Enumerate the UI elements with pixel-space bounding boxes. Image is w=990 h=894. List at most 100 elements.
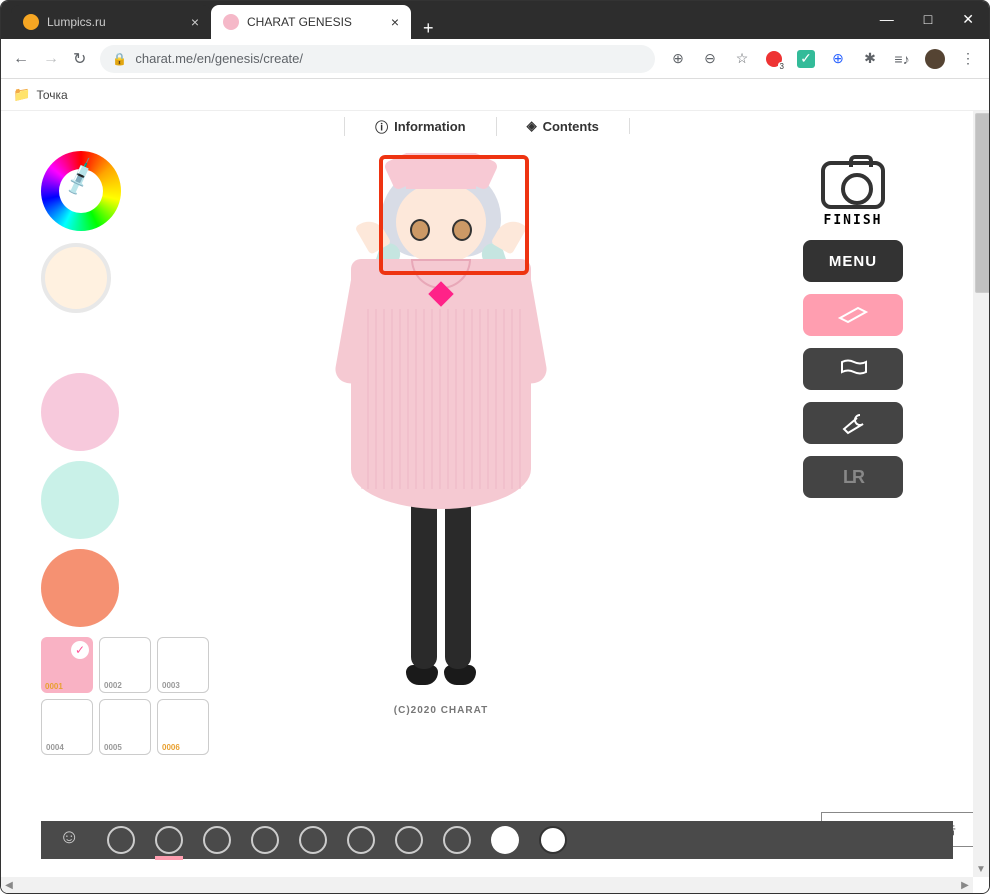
thumb-0002[interactable]: 0002 xyxy=(99,637,151,693)
category-face-4-icon[interactable] xyxy=(299,826,327,854)
category-hair-back-icon[interactable] xyxy=(539,826,567,854)
extension-badge-icon[interactable]: 3 xyxy=(765,50,783,68)
nav-information[interactable]: ⓘ Information xyxy=(344,117,497,136)
tab-title: CHARAT GENESIS xyxy=(247,15,352,29)
close-icon[interactable]: × xyxy=(391,14,399,30)
category-face-5-icon[interactable] xyxy=(347,826,375,854)
scroll-right-icon[interactable]: ▶ xyxy=(957,877,973,893)
right-toolbar: FINISH MENU LR xyxy=(793,161,913,498)
thumb-0006[interactable]: 0006 xyxy=(157,699,209,755)
close-icon[interactable]: × xyxy=(191,14,199,30)
leg-right xyxy=(445,489,471,669)
app-top-nav: ⓘ Information ◈ Contents xyxy=(1,111,973,141)
skirt xyxy=(361,309,521,489)
folder-icon: 📁 xyxy=(13,86,30,103)
check-icon: ✓ xyxy=(71,641,89,659)
nav-label: Contents xyxy=(543,119,599,134)
profile-avatar[interactable] xyxy=(925,49,945,69)
diamond-icon: ◈ xyxy=(527,118,537,134)
minimize-button[interactable]: — xyxy=(880,11,894,27)
lock-icon: 🔒 xyxy=(112,52,127,66)
tool-wrench-button[interactable] xyxy=(803,402,903,444)
scroll-down-icon[interactable]: ▼ xyxy=(973,861,989,877)
reading-list-icon[interactable]: ≡♪ xyxy=(893,50,911,68)
selection-highlight xyxy=(379,155,529,275)
vertical-scrollbar[interactable]: ▲ ▼ xyxy=(973,111,989,877)
install-icon[interactable]: ⊕ xyxy=(669,50,687,68)
thumb-id: 0005 xyxy=(104,743,122,752)
category-face-3-icon[interactable] xyxy=(251,826,279,854)
finish-label: FINISH xyxy=(824,213,883,228)
thumb-0004[interactable]: 0004 xyxy=(41,699,93,755)
globe-icon[interactable]: ⊕ xyxy=(829,50,847,68)
forward-button[interactable]: → xyxy=(43,50,59,68)
favicon xyxy=(223,14,239,30)
scroll-left-icon[interactable]: ◀ xyxy=(1,877,17,893)
tool-flag-button[interactable] xyxy=(803,348,903,390)
zoom-icon[interactable]: ⊖ xyxy=(701,50,719,68)
tab-charat[interactable]: CHARAT GENESIS × xyxy=(211,5,411,39)
maximize-button[interactable]: □ xyxy=(924,11,932,27)
category-hair-front-icon[interactable] xyxy=(491,826,519,854)
editor-main: 💉 ✓ 0001 0002 0003 0004 0005 xyxy=(1,141,973,877)
finish-button[interactable]: FINISH xyxy=(821,161,885,228)
eyedropper-icon: 💉 xyxy=(58,156,102,199)
tool-flashlight-button[interactable] xyxy=(803,294,903,336)
menu-label: MENU xyxy=(829,253,877,270)
nav-label: Information xyxy=(394,119,466,134)
tab-lumpics[interactable]: Lumpics.ru × xyxy=(11,5,211,39)
category-face-7-icon[interactable] xyxy=(443,826,471,854)
thumb-0003[interactable]: 0003 xyxy=(157,637,209,693)
url-input[interactable]: 🔒 charat.me/en/genesis/create/ xyxy=(100,45,655,73)
thumb-id: 0001 xyxy=(45,682,63,691)
scroll-thumb[interactable] xyxy=(975,113,989,293)
thumb-id: 0004 xyxy=(46,743,64,752)
skin-tone-swatch[interactable] xyxy=(41,243,111,313)
tool-lr-button[interactable]: LR xyxy=(803,456,903,498)
horizontal-scrollbar[interactable]: ◀ ▶ xyxy=(1,877,973,893)
url-text: charat.me/en/genesis/create/ xyxy=(135,51,303,66)
thumb-id: 0003 xyxy=(162,681,180,690)
nav-contents[interactable]: ◈ Contents xyxy=(497,118,630,134)
new-tab-button[interactable]: + xyxy=(411,18,446,39)
extensions-icon[interactable]: ✱ xyxy=(861,50,879,68)
copyright-text: (C)2020 CHARAT xyxy=(394,705,488,716)
address-bar: ← → ↻ 🔒 charat.me/en/genesis/create/ ⊕ ⊖… xyxy=(1,39,989,79)
thumb-id: 0002 xyxy=(104,681,122,690)
favicon xyxy=(23,14,39,30)
category-glasses-icon[interactable] xyxy=(203,826,231,854)
menu-icon[interactable]: ⋮ xyxy=(959,50,977,68)
thumb-0001[interactable]: ✓ 0001 xyxy=(41,637,93,693)
category-face-1-icon[interactable] xyxy=(107,826,135,854)
close-window-button[interactable]: ✕ xyxy=(962,11,974,28)
category-random-icon[interactable]: ☺ xyxy=(59,826,87,854)
page-content: ⓘ Information ◈ Contents 💉 xyxy=(1,111,973,877)
category-face-2-icon[interactable] xyxy=(155,826,183,854)
wrench-icon xyxy=(838,411,868,435)
bookmark-item[interactable]: Точка xyxy=(36,88,67,102)
color-swatch-2[interactable] xyxy=(41,461,119,539)
info-icon: ⓘ xyxy=(375,117,388,136)
check-extension-icon[interactable]: ✓ xyxy=(797,50,815,68)
legs xyxy=(411,489,471,669)
menu-button[interactable]: MENU xyxy=(803,240,903,282)
thumb-id: 0006 xyxy=(162,743,180,752)
lr-label: LR xyxy=(843,467,863,488)
thumb-0005[interactable]: 0005 xyxy=(99,699,151,755)
color-swatch-1[interactable] xyxy=(41,373,119,451)
flashlight-icon xyxy=(836,304,870,326)
category-face-6-icon[interactable] xyxy=(395,826,423,854)
leg-left xyxy=(411,489,437,669)
star-icon[interactable]: ☆ xyxy=(733,50,751,68)
left-panel: 💉 ✓ 0001 0002 0003 0004 0005 xyxy=(41,151,241,755)
reload-button[interactable]: ↻ xyxy=(73,49,86,69)
color-wheel-button[interactable]: 💉 xyxy=(41,151,121,231)
category-bar: ☺ xyxy=(41,821,953,859)
bookmarks-bar: 📁 Точка xyxy=(1,79,989,111)
tab-title: Lumpics.ru xyxy=(47,15,106,29)
item-thumbnails: ✓ 0001 0002 0003 0004 0005 0006 xyxy=(41,637,241,755)
back-button[interactable]: ← xyxy=(13,50,29,68)
dress xyxy=(351,259,531,509)
color-swatch-3[interactable] xyxy=(41,549,119,627)
flag-icon xyxy=(838,358,868,380)
